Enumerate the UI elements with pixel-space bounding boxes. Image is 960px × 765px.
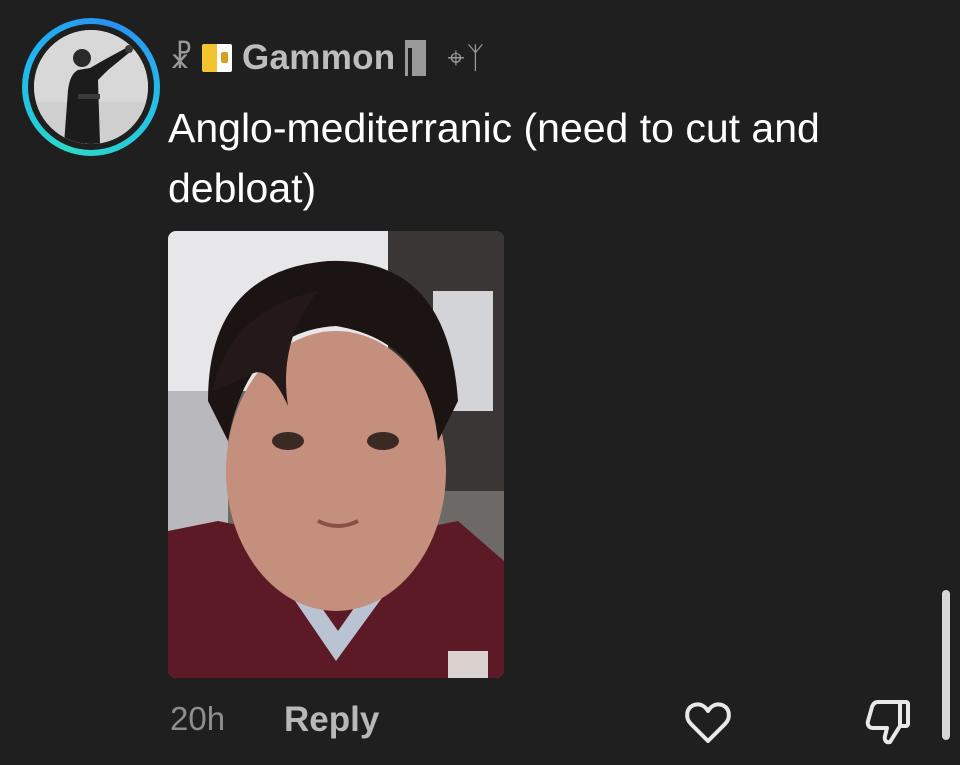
chi-rho-icon: ☧ — [169, 40, 193, 76]
comment-photo[interactable] — [168, 231, 504, 678]
axe-icon — [400, 38, 428, 78]
reply-button[interactable]: Reply — [284, 700, 379, 740]
comment-avatar-button[interactable] — [22, 18, 160, 156]
avatar-photo — [34, 30, 148, 144]
avatar-gap — [28, 24, 154, 150]
comment-author-row: ☧ Gammon ⌖ᛉ — [168, 36, 486, 80]
thumbs-down-outline-icon[interactable] — [862, 696, 914, 748]
scrollbar[interactable] — [942, 590, 950, 740]
avatar — [34, 30, 148, 144]
rune-symbols: ⌖ᛉ — [447, 40, 487, 76]
photo-image — [168, 231, 504, 678]
comment-text: Anglo-mediterranic (need to cut and debl… — [168, 105, 820, 211]
vatican-flag-icon — [202, 44, 232, 72]
comment-timestamp: 20h — [170, 700, 226, 737]
heart-outline-icon[interactable] — [682, 696, 734, 748]
username-link[interactable]: Gammon — [242, 38, 396, 78]
